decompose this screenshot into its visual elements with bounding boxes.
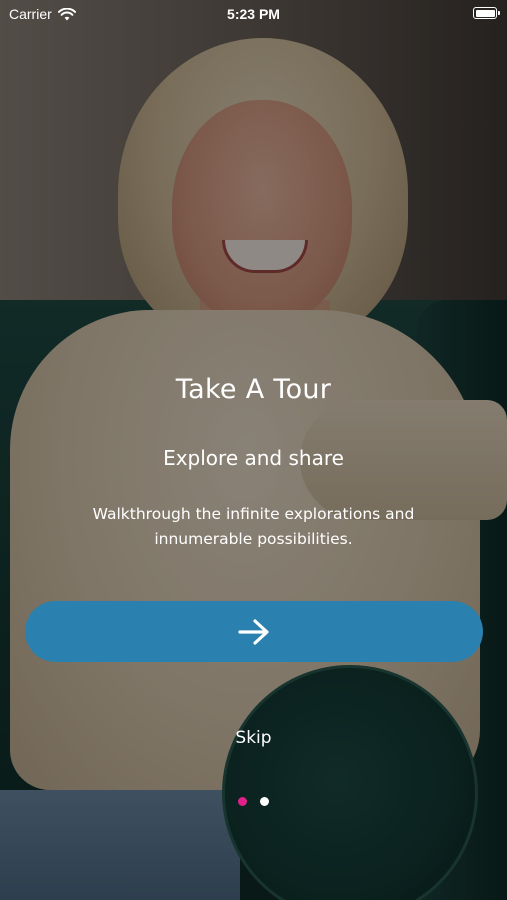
arrow-right-icon xyxy=(238,618,269,645)
page-description: Walkthrough the infinite explorations an… xyxy=(92,505,415,548)
battery-icon xyxy=(473,7,500,19)
skip-link[interactable]: Skip xyxy=(0,728,507,748)
page-subtitle: Explore and share xyxy=(163,446,344,470)
next-button[interactable] xyxy=(25,601,483,662)
status-time: 5:23 PM xyxy=(227,6,280,22)
page-dot[interactable] xyxy=(260,797,269,806)
page-indicator xyxy=(0,797,507,806)
battery-level xyxy=(475,9,495,17)
page-title: Take A Tour xyxy=(175,374,332,405)
status-bar: Carrier 5:23 PM xyxy=(0,0,507,28)
page-dot-active[interactable] xyxy=(238,797,247,806)
